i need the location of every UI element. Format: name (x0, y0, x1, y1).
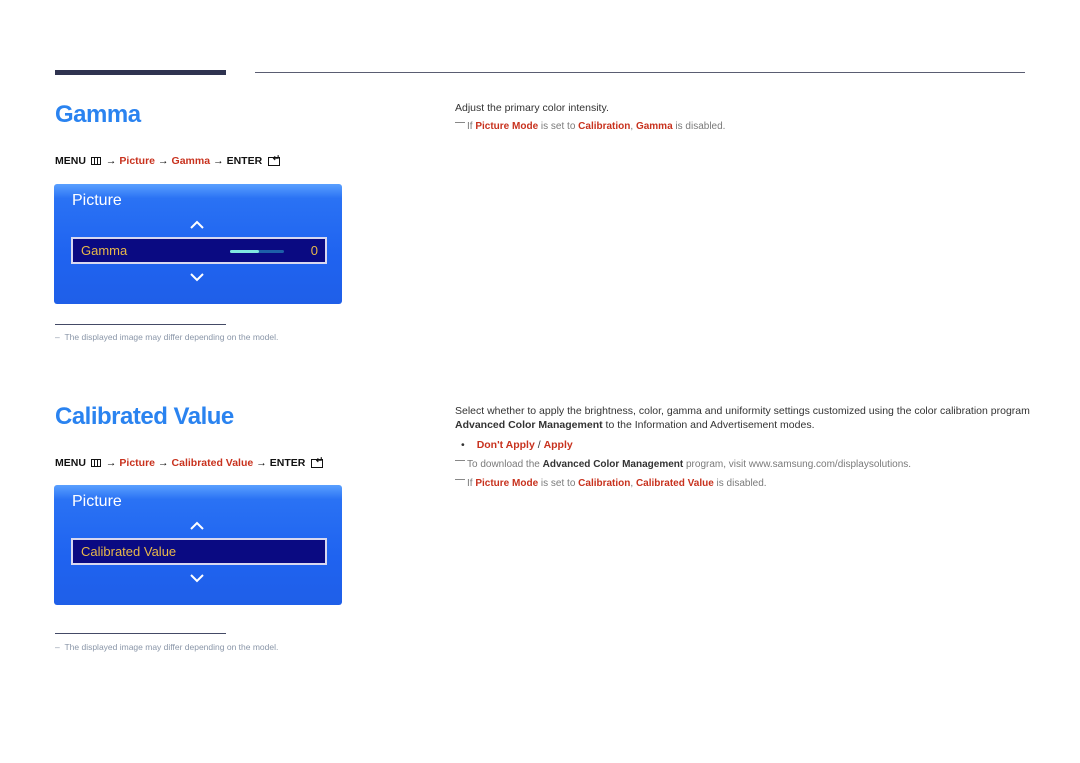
menu-path-item: Calibrated Value (171, 457, 254, 469)
arrow: → (105, 457, 117, 469)
bullet-icon: • (461, 439, 465, 451)
note-calibrated-value-disabled: If Picture Mode is set to Calibration, C… (455, 478, 767, 489)
menu-icon (90, 157, 101, 165)
option-dont-apply: Don't Apply (476, 439, 535, 451)
menu-path-picture: Picture (119, 155, 156, 167)
enter-label: ENTER (226, 155, 263, 167)
note-text: is disabled. (713, 478, 767, 489)
menu-label: MENU (55, 457, 86, 469)
osd-panel-calibrated-value: Picture Calibrated Value (54, 485, 342, 605)
gamma-slider[interactable] (230, 250, 284, 253)
footnote-text: The displayed image may differ depending… (64, 332, 279, 342)
arrow: → (256, 457, 267, 469)
description-calibrated-value: Select whether to apply the brightness, … (455, 404, 1035, 432)
header-rule-thin (255, 72, 1025, 73)
osd-row-label: Calibrated Value (81, 544, 177, 559)
footnote-text: The displayed image may differ depending… (64, 642, 279, 652)
header-rule-thick (55, 70, 226, 75)
menu-icon (90, 459, 101, 467)
osd-row-calibrated-value[interactable]: Calibrated Value (71, 538, 327, 565)
note-text: program, visit www.samsung.com/displayso… (683, 459, 912, 470)
arrow: → (158, 155, 169, 167)
enter-icon (268, 153, 281, 166)
gamma-slider-fill (230, 250, 259, 253)
section-title-gamma: Gamma (55, 101, 141, 128)
note-picture-mode: Picture Mode (475, 478, 539, 489)
menu-path-calibrated-value: MENU → Picture → Calibrated Value → ENTE… (55, 455, 324, 469)
menu-path-gamma: MENU → Picture → Gamma → ENTER (55, 153, 281, 167)
osd-title: Picture (72, 493, 122, 510)
footnote-divider (55, 633, 226, 634)
osd-row-value: 0 (310, 243, 318, 258)
chevron-down-icon[interactable] (190, 573, 204, 583)
note-text: is set to (538, 121, 579, 132)
note-picture-mode: Picture Mode (475, 121, 539, 132)
osd-row-gamma[interactable]: Gamma 0 (71, 237, 327, 264)
description-program-name: Advanced Color Management (455, 419, 603, 431)
note-download: To download the Advanced Color Managemen… (455, 459, 911, 470)
arrow: → (213, 155, 224, 167)
footnote-gamma: – The displayed image may differ dependi… (55, 332, 279, 342)
footnote-calibrated-value: – The displayed image may differ dependi… (55, 642, 279, 652)
note-item: Gamma (635, 121, 673, 132)
note-gamma-disabled: If Picture Mode is set to Calibration, G… (455, 121, 725, 132)
description-text: Select whether to apply the brightness, … (455, 405, 1030, 417)
section-title-calibrated-value: Calibrated Value (55, 403, 234, 430)
chevron-down-icon[interactable] (190, 272, 204, 282)
note-text: is disabled. (672, 121, 726, 132)
note-text: is set to (538, 478, 579, 489)
menu-label: MENU (55, 155, 86, 167)
arrow: → (158, 457, 169, 469)
note-calibration: Calibration (578, 121, 631, 132)
options-list: • Don't Apply / Apply (461, 439, 573, 451)
description-gamma: Adjust the primary color intensity. (455, 102, 609, 114)
chevron-up-icon[interactable] (190, 521, 204, 531)
footnote-divider (55, 324, 226, 325)
note-program-name: Advanced Color Management (542, 459, 684, 470)
note-item: Calibrated Value (635, 478, 714, 489)
chevron-up-icon[interactable] (190, 220, 204, 230)
note-text: To download the (467, 459, 543, 470)
note-calibration: Calibration (578, 478, 631, 489)
description-text: to the Information and Advertisement mod… (602, 419, 815, 431)
menu-path-item: Gamma (171, 155, 211, 167)
osd-panel-gamma: Picture Gamma 0 (54, 184, 342, 304)
option-separator: / (534, 439, 544, 451)
arrow: → (105, 155, 117, 167)
option-apply: Apply (543, 439, 573, 451)
osd-title: Picture (72, 192, 122, 209)
enter-label: ENTER (269, 457, 306, 469)
menu-path-picture: Picture (119, 457, 156, 469)
osd-row-label: Gamma (81, 243, 128, 258)
enter-icon (311, 455, 324, 468)
